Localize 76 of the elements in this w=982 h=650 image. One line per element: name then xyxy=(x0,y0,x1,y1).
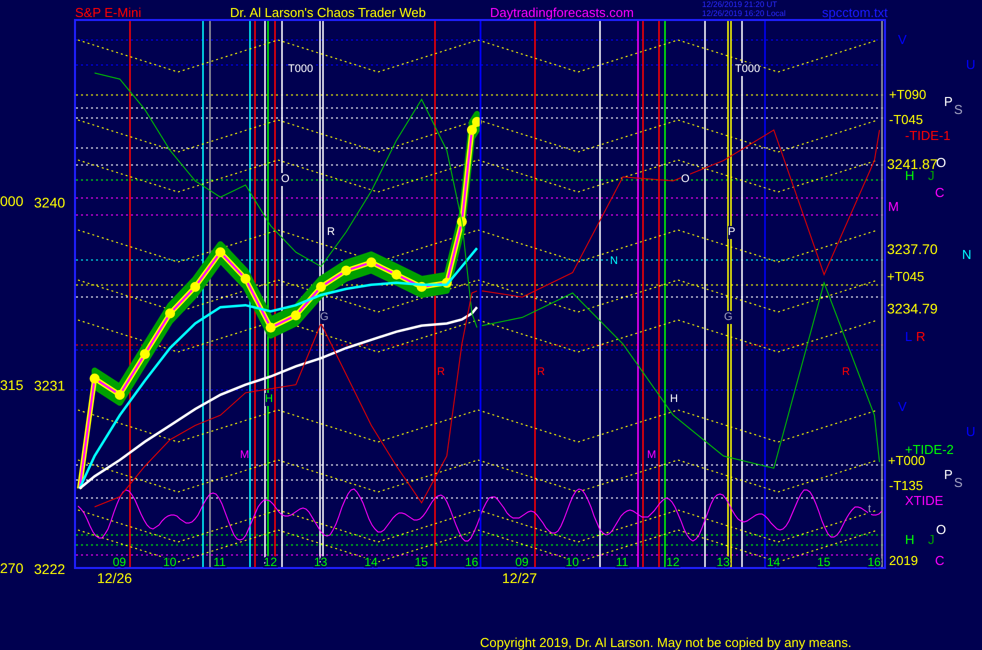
price-tick-label: 3240 xyxy=(34,194,66,210)
hour-tick-label: 14 xyxy=(766,555,780,569)
point xyxy=(165,308,176,318)
hour-tick-label: 14 xyxy=(364,555,378,569)
hour-tick-label: 11 xyxy=(213,555,226,569)
chart-marker: t xyxy=(868,503,872,516)
point xyxy=(190,282,200,292)
level-label: XTIDE xyxy=(905,493,944,508)
point xyxy=(240,274,251,284)
hour-tick-label: 16 xyxy=(464,555,478,569)
chart-marker: G xyxy=(724,311,733,324)
planet-marker: N xyxy=(962,247,972,262)
level-label: 2019 xyxy=(889,553,918,568)
point xyxy=(140,349,150,360)
price-tick-label: 3237.70 xyxy=(887,241,938,258)
hour-tick-label: 09 xyxy=(112,555,126,569)
price-tick-label: 3231 xyxy=(34,378,66,394)
point xyxy=(114,390,125,400)
planet-marker: J xyxy=(928,532,934,547)
level-label: -T045 xyxy=(889,112,923,127)
chart-marker: O xyxy=(281,173,290,186)
hour-tick-label: 15 xyxy=(414,555,428,569)
planet-marker: V xyxy=(898,399,907,414)
point xyxy=(215,247,226,258)
date-label: 12/26 xyxy=(97,570,132,586)
point xyxy=(90,374,100,384)
angle-label: 315 xyxy=(0,376,24,393)
timestamp: 12/26/2019 21:20 UT xyxy=(702,0,778,9)
planet-marker: C xyxy=(935,185,944,200)
chart-marker: H xyxy=(265,393,273,406)
planet-marker: C xyxy=(935,553,944,568)
instrument-name: S&P E-Mini xyxy=(75,5,142,20)
chart-title: Dr. Al Larson's Chaos Trader Web xyxy=(230,5,426,20)
chart-marker: T000 xyxy=(735,63,760,76)
planet-marker: S xyxy=(954,475,963,490)
point xyxy=(316,282,326,292)
planet-marker: P xyxy=(944,94,953,109)
hour-tick-label: 16 xyxy=(867,555,881,569)
planet-marker: S xyxy=(954,102,963,117)
point xyxy=(391,270,402,280)
hour-tick-label: 10 xyxy=(163,555,176,569)
timestamp: 12/26/2019 16:20 Local xyxy=(702,9,786,18)
point xyxy=(266,322,276,333)
chart-marker: G xyxy=(320,311,329,324)
point xyxy=(466,125,477,136)
planet-marker: U xyxy=(966,57,976,72)
date-label: 12/27 xyxy=(502,570,538,586)
point xyxy=(366,257,376,268)
website-link[interactable]: Daytradingforecasts.com xyxy=(490,5,634,20)
planet-marker: O xyxy=(936,522,946,537)
file-name: spcctom.txt xyxy=(822,5,888,20)
hour-tick-label: 15 xyxy=(817,555,830,569)
hour-tick-label: 11 xyxy=(616,555,628,569)
level-label: M xyxy=(888,199,899,214)
point xyxy=(290,310,301,320)
chart-marker: P xyxy=(728,226,736,239)
price-tick-label: 3222 xyxy=(34,561,66,577)
planet-marker: L xyxy=(905,329,912,344)
level-label: +T090 xyxy=(889,87,926,102)
price-tick-label: 3234.79 xyxy=(887,300,938,316)
hour-tick-label: 12 xyxy=(666,555,680,569)
planet-marker: V xyxy=(898,32,907,47)
planet-marker: P xyxy=(944,467,953,482)
planet-marker: R xyxy=(916,329,926,344)
planet-marker: H xyxy=(905,532,914,547)
angle-label: 000 xyxy=(0,193,24,210)
point xyxy=(341,266,352,276)
angle-label: 270 xyxy=(0,560,24,576)
level-label: +T045 xyxy=(887,269,924,284)
hour-tick-label: 10 xyxy=(566,555,579,569)
planet-marker: U xyxy=(966,424,976,439)
hour-tick-label: 09 xyxy=(515,555,529,569)
level-label: -TIDE-1 xyxy=(905,128,950,143)
copyright-text: Copyright 2019, Dr. Al Larson. May not be copied by any means. xyxy=(480,635,852,650)
level-label: -T135 xyxy=(889,478,923,493)
planet-marker: O xyxy=(936,155,946,170)
